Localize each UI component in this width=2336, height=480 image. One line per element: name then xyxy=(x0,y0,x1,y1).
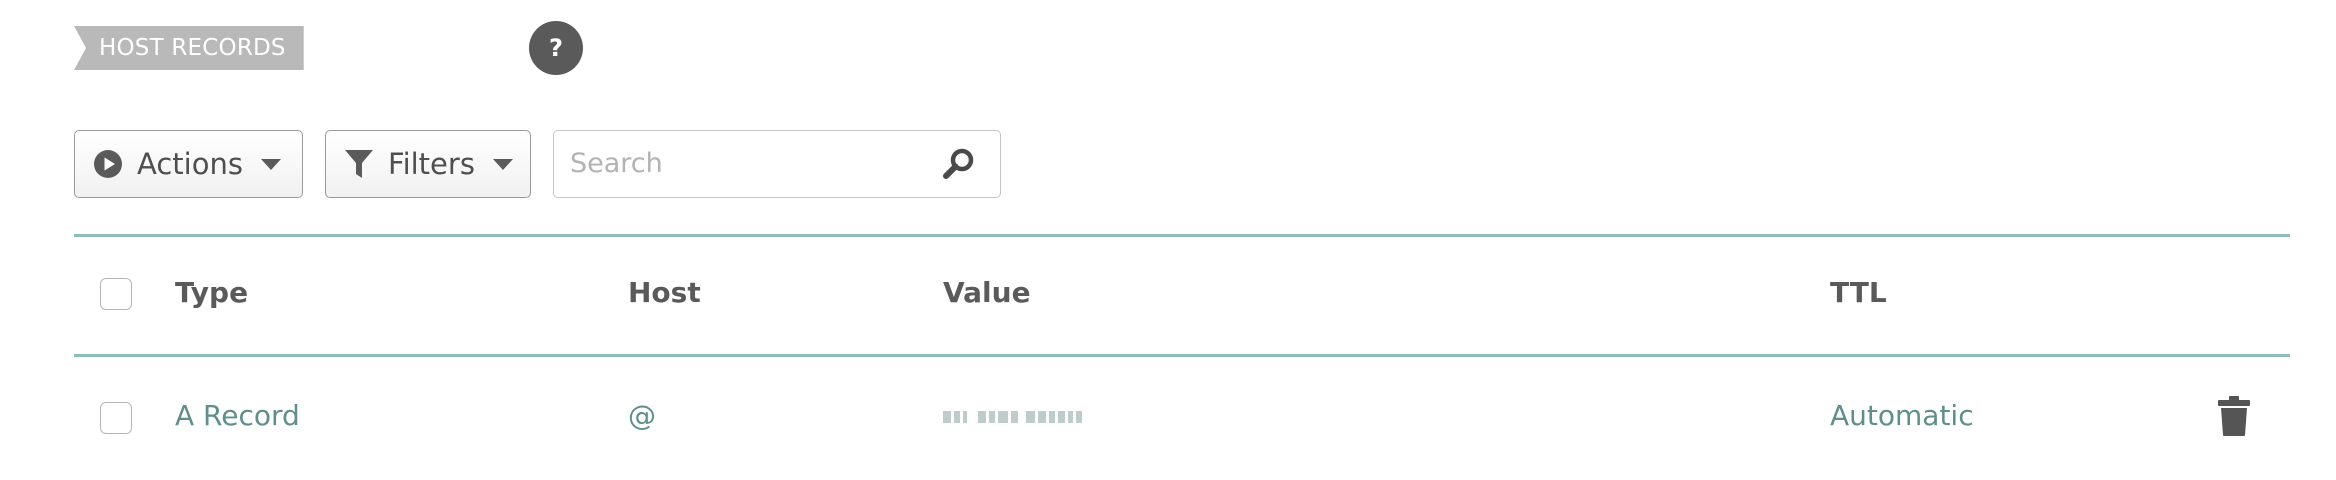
search-icon[interactable] xyxy=(942,147,976,185)
record-host-cell[interactable]: @ xyxy=(628,399,656,433)
help-button[interactable]: ? xyxy=(529,21,583,75)
record-ttl-cell[interactable]: Automatic xyxy=(1830,399,1974,433)
search-input[interactable] xyxy=(570,131,930,196)
column-header-host[interactable]: Host xyxy=(628,276,701,310)
row-checkbox[interactable] xyxy=(100,402,132,434)
select-all-checkbox[interactable] xyxy=(100,278,132,310)
play-circle-icon xyxy=(93,149,123,179)
section-label: HOST RECORDS xyxy=(74,26,304,70)
trash-icon[interactable] xyxy=(2217,395,2251,441)
record-value-cell-redacted[interactable] xyxy=(943,406,1108,428)
actions-button[interactable]: Actions xyxy=(74,130,303,198)
host-records-page: HOST RECORDS ? Actions Filters Search Ty… xyxy=(0,0,2336,480)
table-top-rule xyxy=(74,234,2290,237)
chevron-down-icon xyxy=(492,158,513,170)
filters-label: Filters xyxy=(388,147,475,181)
record-type-cell[interactable]: A Record xyxy=(175,399,300,433)
column-header-type[interactable]: Type xyxy=(175,276,248,310)
column-header-ttl[interactable]: TTL xyxy=(1830,276,1887,310)
table-header-rule xyxy=(74,354,2290,357)
actions-label: Actions xyxy=(137,147,243,181)
search-field xyxy=(553,130,1001,198)
chevron-down-icon xyxy=(260,158,281,170)
funnel-icon xyxy=(344,148,374,180)
filters-button[interactable]: Filters xyxy=(325,130,531,198)
column-header-value[interactable]: Value xyxy=(943,276,1031,310)
